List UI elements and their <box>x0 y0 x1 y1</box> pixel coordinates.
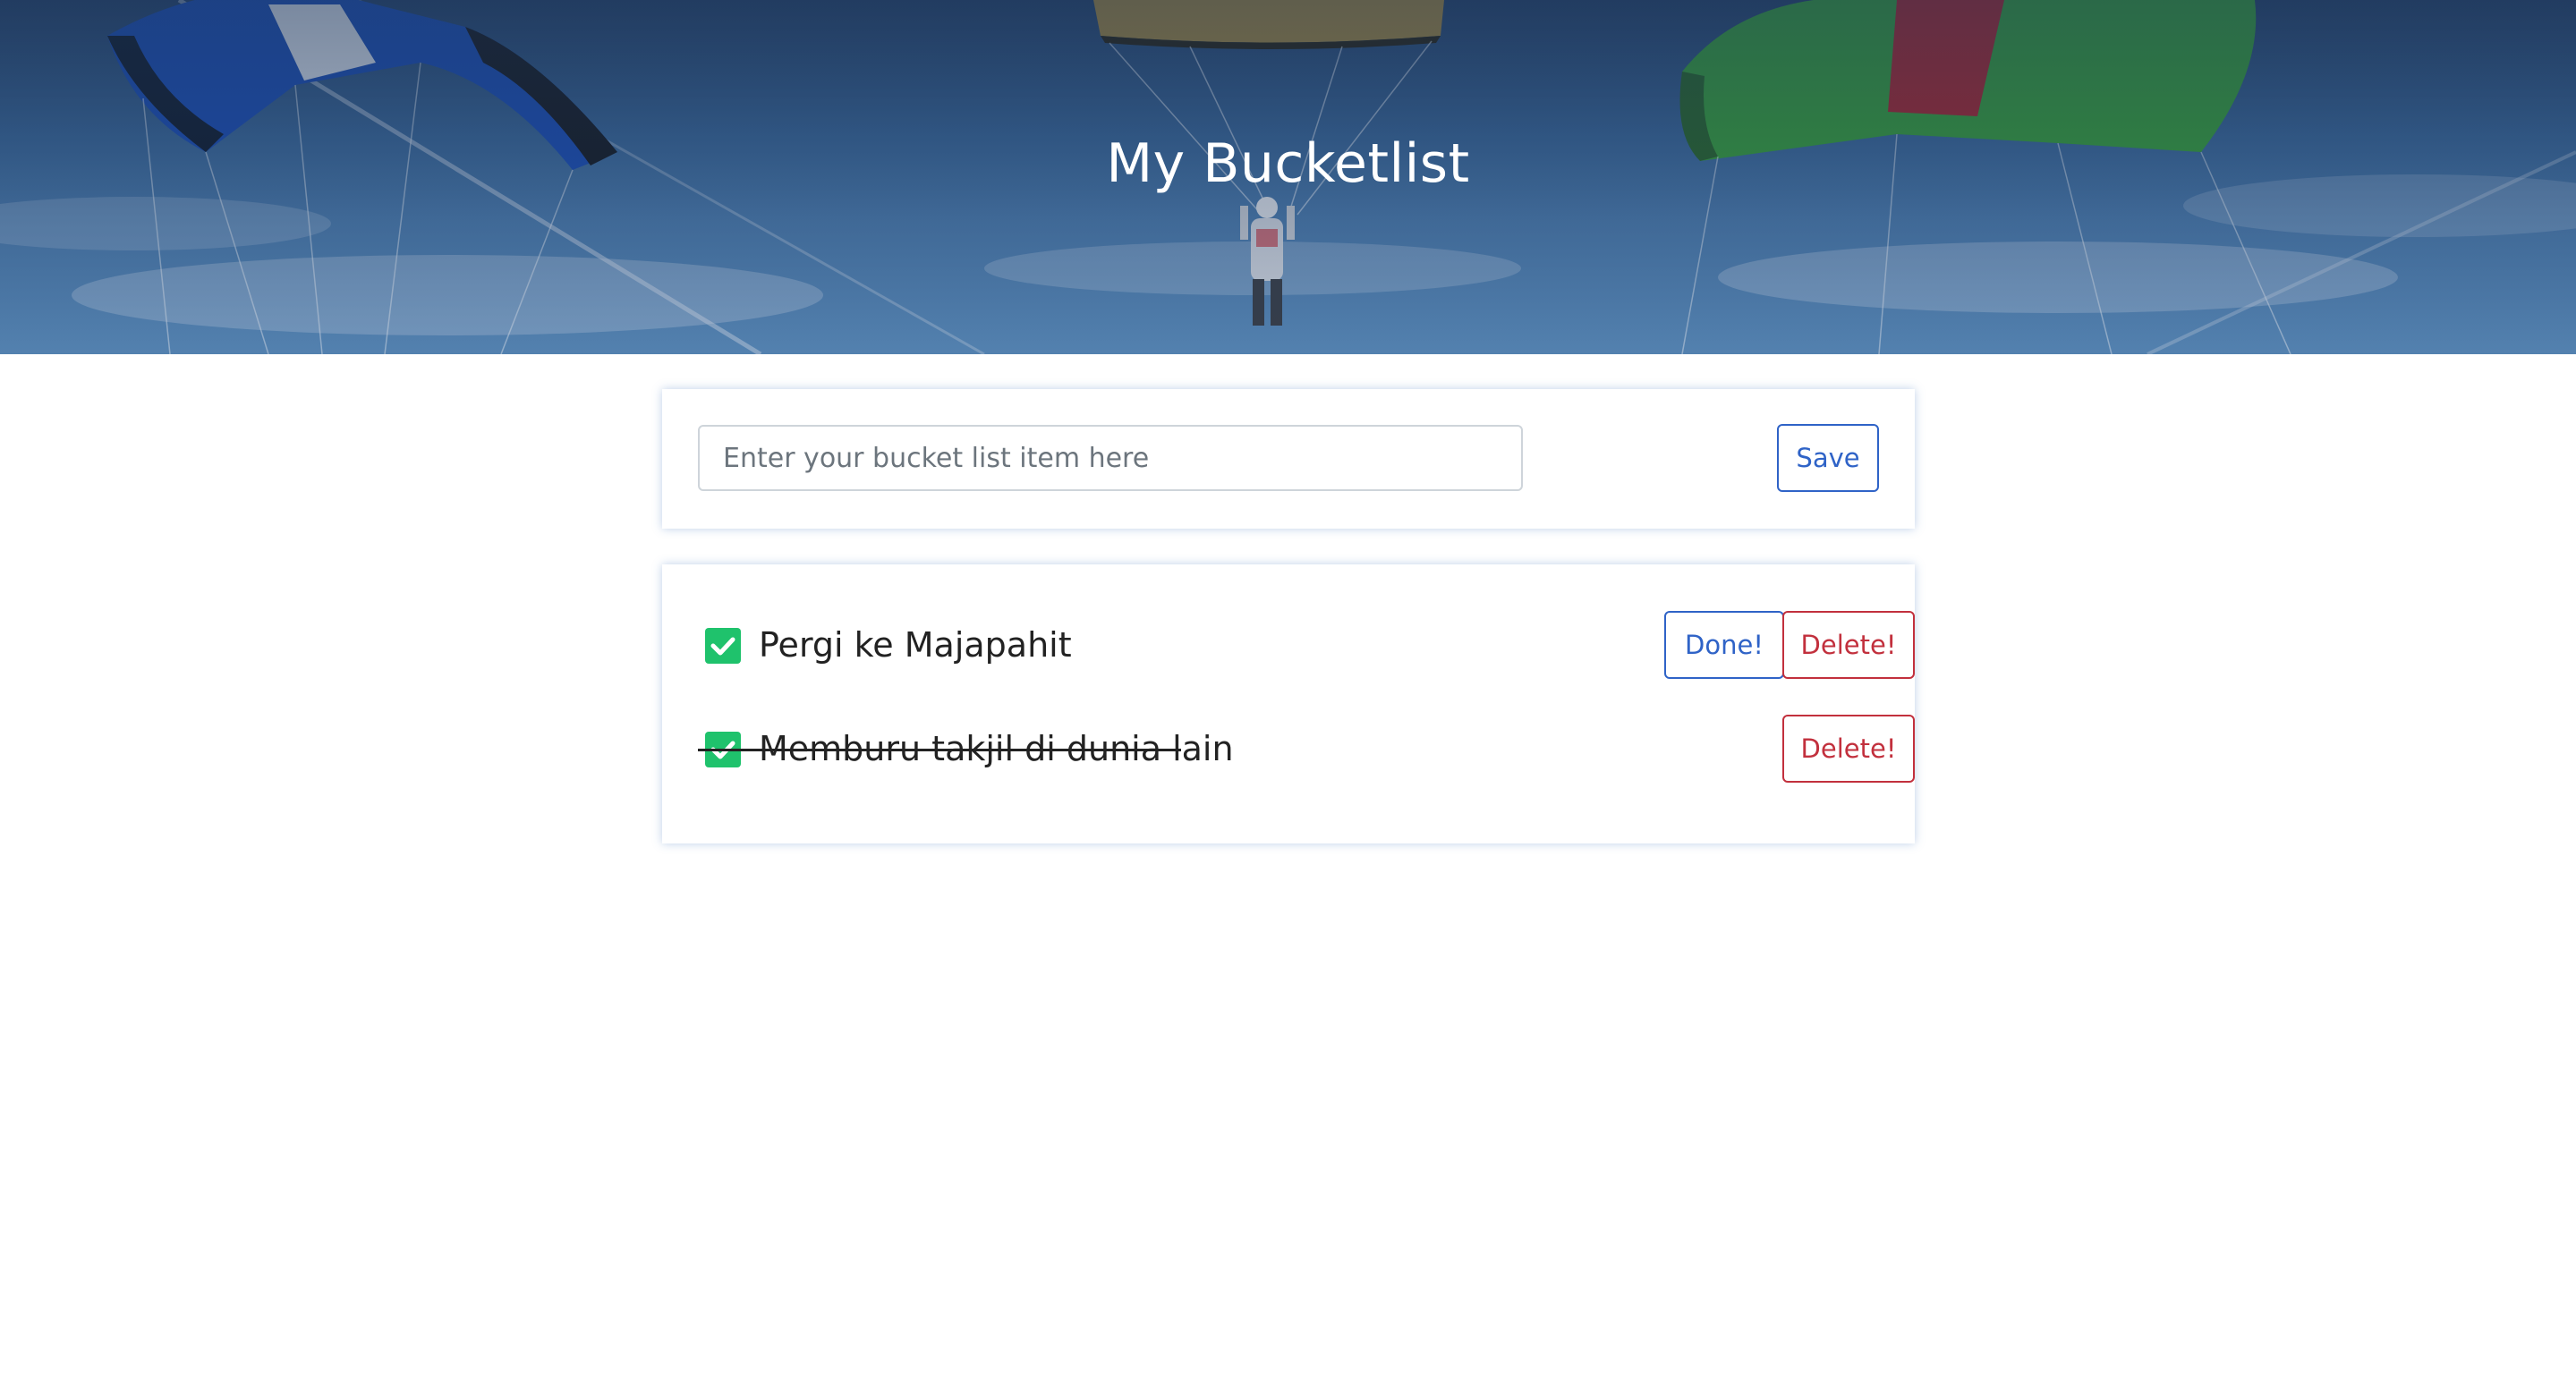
done-button[interactable]: Done! <box>1664 611 1784 679</box>
list-item-completed: Memburu takjil di dunia lain Delete! <box>698 715 1915 783</box>
item-checkbox[interactable] <box>705 628 741 664</box>
list-item: Pergi ke Majapahit Done! Delete! <box>698 611 1915 679</box>
bucket-list-card: Pergi ke Majapahit Done! Delete! Memburu… <box>662 564 1915 843</box>
strikethrough-line <box>698 749 1181 751</box>
hero-banner: My Bucketlist <box>0 0 2576 354</box>
save-button[interactable]: Save <box>1777 424 1879 492</box>
bucket-item-input[interactable] <box>698 425 1523 491</box>
page-title: My Bucketlist <box>1106 132 1470 195</box>
checkmark-icon <box>710 637 735 656</box>
delete-button[interactable]: Delete! <box>1782 715 1915 783</box>
add-item-card: Save <box>662 389 1915 529</box>
delete-button[interactable]: Delete! <box>1782 611 1915 679</box>
item-label: Pergi ke Majapahit <box>759 625 1072 665</box>
